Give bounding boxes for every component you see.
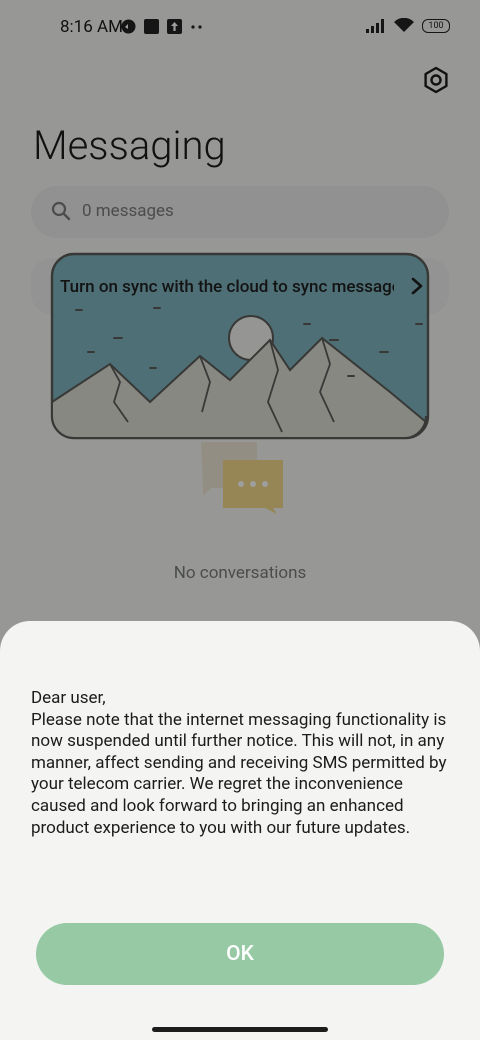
- ok-button[interactable]: OK: [36, 923, 444, 985]
- dialog-message: Dear user, Please note that the internet…: [31, 688, 447, 838]
- home-indicator[interactable]: [152, 1027, 328, 1032]
